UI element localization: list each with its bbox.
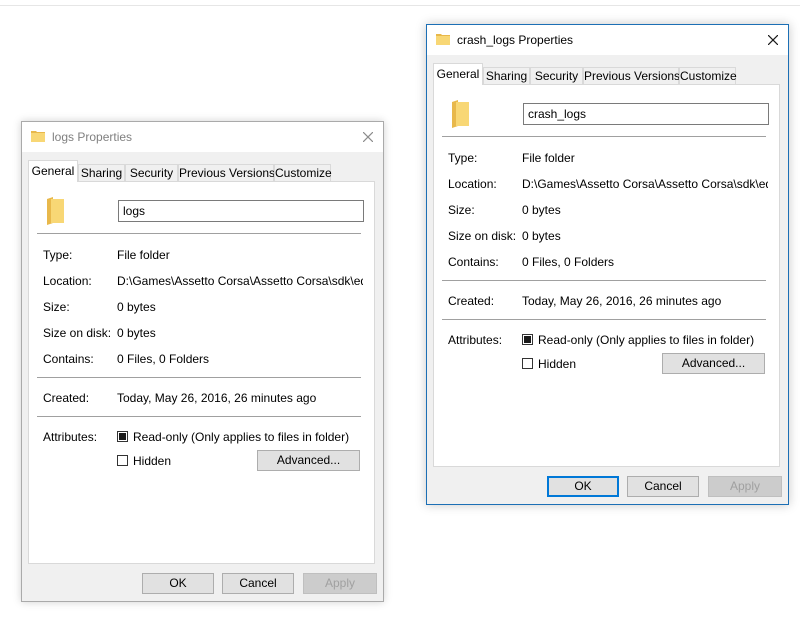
hidden-checkbox[interactable] [117, 455, 128, 466]
folder-icon [31, 131, 45, 142]
tab-sharing[interactable]: Sharing [483, 67, 530, 84]
type-label: Type: [448, 151, 478, 165]
divider [442, 136, 766, 137]
divider [442, 280, 766, 281]
hidden-checkbox[interactable] [522, 358, 533, 369]
close-button[interactable] [353, 122, 383, 152]
general-tab-panel: logs Type: File folder Location: D:\Game… [28, 181, 375, 564]
type-label: Type: [43, 248, 73, 262]
tab-customize[interactable]: Customize [274, 164, 332, 181]
divider [442, 319, 766, 320]
readonly-checkbox[interactable] [117, 431, 128, 442]
advanced-button[interactable]: Advanced... [662, 353, 765, 374]
folder-name-input[interactable]: logs [118, 200, 364, 222]
window-title: logs Properties [52, 130, 133, 144]
size-label: Size: [448, 203, 475, 217]
folder-icon [436, 34, 450, 45]
tab-previous-versions[interactable]: Previous Versions [178, 164, 275, 181]
ok-button[interactable]: OK [142, 573, 214, 594]
type-value: File folder [117, 248, 170, 262]
size-label: Size: [43, 300, 70, 314]
tab-general[interactable]: General [433, 63, 483, 85]
location-value: D:\Games\Assetto Corsa\Assetto Corsa\sdk… [522, 177, 768, 191]
cancel-button[interactable]: Cancel [627, 476, 699, 497]
location-value: D:\Games\Assetto Corsa\Assetto Corsa\sdk… [117, 274, 363, 288]
title-bar[interactable]: crash_logs Properties [427, 25, 788, 55]
hidden-label[interactable]: Hidden [133, 454, 171, 468]
contains-value: 0 Files, 0 Folders [522, 255, 615, 269]
window-title: crash_logs Properties [457, 33, 574, 47]
created-label: Created: [448, 294, 495, 308]
divider [37, 233, 361, 234]
attributes-label: Attributes: [448, 333, 503, 347]
location-label: Location: [448, 177, 497, 191]
readonly-label[interactable]: Read-only (Only applies to files in fold… [538, 333, 754, 347]
logs-properties-dialog: logs Properties General Sharing Security… [21, 121, 384, 602]
folder-icon [47, 197, 64, 225]
contains-label: Contains: [448, 255, 499, 269]
location-label: Location: [43, 274, 92, 288]
created-value: Today, May 26, 2016, 26 minutes ago [522, 294, 722, 308]
ok-button[interactable]: OK [547, 476, 619, 497]
tab-sharing[interactable]: Sharing [78, 164, 125, 181]
created-value: Today, May 26, 2016, 26 minutes ago [117, 391, 317, 405]
title-bar[interactable]: logs Properties [22, 122, 383, 152]
size-value: 0 bytes [522, 203, 561, 217]
contains-label: Contains: [43, 352, 94, 366]
general-tab-panel: crash_logs Type: File folder Location: D… [433, 84, 780, 467]
hidden-label[interactable]: Hidden [538, 357, 576, 371]
tab-security[interactable]: Security [530, 67, 583, 84]
apply-button[interactable]: Apply [303, 573, 377, 594]
tab-customize[interactable]: Customize [679, 67, 737, 84]
tab-security[interactable]: Security [125, 164, 178, 181]
type-value: File folder [522, 151, 575, 165]
size-on-disk-label: Size on disk: [448, 229, 517, 243]
size-on-disk-label: Size on disk: [43, 326, 112, 340]
readonly-label[interactable]: Read-only (Only applies to files in fold… [133, 430, 349, 444]
apply-button[interactable]: Apply [708, 476, 782, 497]
advanced-button[interactable]: Advanced... [257, 450, 360, 471]
tab-previous-versions[interactable]: Previous Versions [583, 67, 680, 84]
size-value: 0 bytes [117, 300, 156, 314]
size-on-disk-value: 0 bytes [522, 229, 561, 243]
divider [37, 416, 361, 417]
close-button[interactable] [758, 25, 788, 55]
background-divider [0, 5, 800, 6]
readonly-checkbox[interactable] [522, 334, 533, 345]
tab-general[interactable]: General [28, 160, 78, 182]
attributes-label: Attributes: [43, 430, 98, 444]
folder-name-input[interactable]: crash_logs [523, 103, 769, 125]
size-on-disk-value: 0 bytes [117, 326, 156, 340]
crash-logs-properties-dialog: crash_logs Properties General Sharing Se… [426, 24, 789, 505]
close-icon [768, 35, 778, 45]
folder-icon [452, 100, 469, 128]
close-icon [363, 132, 373, 142]
created-label: Created: [43, 391, 90, 405]
cancel-button[interactable]: Cancel [222, 573, 294, 594]
divider [37, 377, 361, 378]
contains-value: 0 Files, 0 Folders [117, 352, 210, 366]
